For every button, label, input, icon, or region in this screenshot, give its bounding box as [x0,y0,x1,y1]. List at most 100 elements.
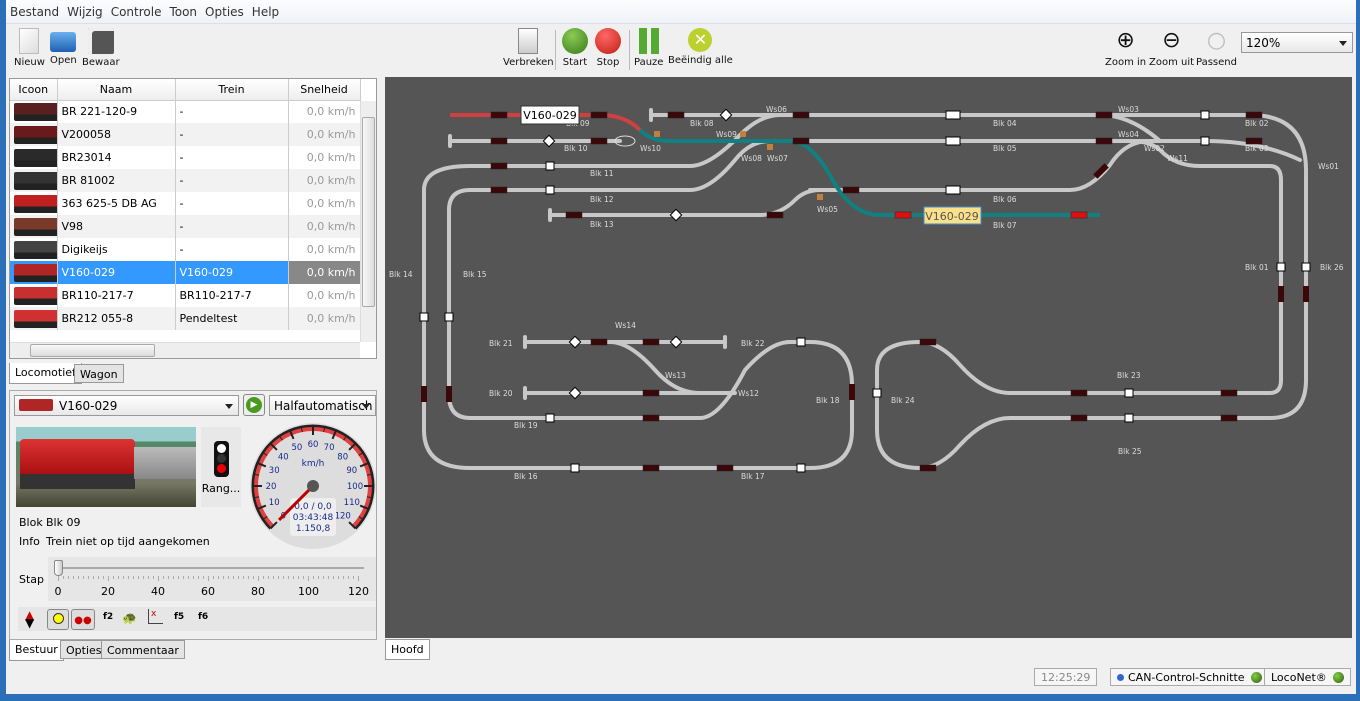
scroll-thumb[interactable] [362,117,375,307]
pause-button[interactable]: Pauze [634,28,663,68]
end-all-button[interactable]: ✕ Beëindig alle [668,28,733,66]
block-marker[interactable] [796,463,806,473]
sound-button[interactable]: ●● [71,609,95,630]
slider-tick [93,576,94,579]
function-f5-button[interactable]: f5 [174,612,184,622]
direction-toggle-icon[interactable]: ▲ ▼ [25,609,34,629]
block-marker[interactable] [945,185,961,195]
table-row[interactable]: V98-0,0 km/h [10,215,361,238]
turtle-icon[interactable]: 🐢 [122,611,137,625]
block-marker[interactable] [1301,262,1311,272]
mode-select[interactable]: Halfautomatisch [269,395,376,416]
horizontal-scrollbar[interactable] [10,342,360,358]
block-marker[interactable] [1124,388,1134,398]
new-button[interactable]: Nieuw [14,28,45,68]
menu-controle[interactable]: Controle [107,0,166,19]
track-label: Blk 24 [891,396,915,405]
track-label: Blk 01 [1245,263,1269,272]
stop-button[interactable]: Stop [595,28,621,68]
light-button[interactable] [47,609,69,630]
pause-icon [638,28,659,54]
zoom-out-icon: ⊖ [1162,28,1181,53]
block-marker[interactable] [872,388,882,398]
block-marker[interactable] [1200,110,1210,120]
step-slider[interactable]: 0 20 40 60 80 100 120 [48,557,376,601]
lock-icon[interactable] [767,144,773,150]
menu-wijzig[interactable]: Wijzig [63,0,107,19]
block-marker[interactable] [545,185,555,195]
zoom-level-select[interactable]: 120% [1241,32,1353,53]
table-row[interactable]: BR110-217-7 BR110-217-7 0,0 km/h [10,284,361,307]
block-marker[interactable] [545,161,555,171]
block-marker[interactable] [945,136,961,146]
function-f6-button[interactable]: f6 [198,612,208,622]
start-button[interactable]: Start [562,28,588,68]
block-sensor [894,211,912,219]
slider-tick [148,576,149,579]
column-header-name[interactable]: Naam [57,79,176,101]
block-sensor [716,464,734,472]
lock-icon[interactable] [740,131,746,137]
tab-commentaar[interactable]: Commentaar [101,640,185,659]
block-marker[interactable] [570,463,580,473]
block-marker[interactable] [796,337,806,347]
tab-wagon[interactable]: Wagon [74,364,124,383]
menu-bestand[interactable]: Bestand [6,0,63,19]
chevron-down-icon [225,404,233,413]
disconnect-button[interactable]: Verbreken [503,28,554,68]
table-row[interactable]: BR 81002-0,0 km/h [10,169,361,192]
block-marker[interactable] [545,413,555,423]
loco-icon-cell [10,284,58,307]
track-plan-canvas[interactable]: Blk 09Blk 08Ws06Blk 10Ws10Ws09Ws08Ws07Bl… [385,77,1352,638]
block-marker[interactable] [945,110,961,120]
vertical-scrollbar[interactable] [360,101,376,342]
loco-select[interactable]: V160-029 [14,395,239,416]
block-marker[interactable] [1124,413,1134,423]
block-marker[interactable] [1276,262,1286,272]
fit-button[interactable]: ○ Passend [1196,28,1237,68]
shunting-curve-icon[interactable]: x [148,609,163,624]
column-header-icon[interactable]: Icoon [10,79,58,101]
function-f2-button[interactable]: f2 [103,612,113,622]
table-row[interactable]: Digikeijs -0,0 km/h [10,238,361,261]
track-label: Ws08 [741,154,762,163]
column-header-train[interactable]: Trein [175,79,289,101]
menu-help[interactable]: Help [248,0,283,19]
open-button[interactable]: Open [50,28,77,66]
loco-speed: 0,0 km/h [288,284,361,307]
slider-handle[interactable] [54,560,63,576]
track-label: Blk 25 [1118,447,1142,456]
lock-icon[interactable] [654,131,660,137]
zoom-out-button[interactable]: ⊖ Zoom uit [1149,28,1194,68]
tab-locomotief[interactable]: Locomotief [9,363,82,384]
column-header-speed[interactable]: Snelheid [288,79,361,101]
tab-hoofd[interactable]: Hoofd [385,639,430,660]
scroll-thumb[interactable] [30,344,155,357]
table-row[interactable]: BR 221-120-9-0,0 km/h [10,100,361,123]
menu-opties[interactable]: Opties [201,0,248,19]
tab-bestuur[interactable]: Bestuur [9,640,64,661]
train-label-blk07[interactable]: V160-029 [923,206,982,225]
table-row[interactable]: 363 625-5 DB AG -0,0 km/h [10,192,361,215]
interface-can-status[interactable]: CAN-Control-Schnitte [1110,668,1269,686]
slider-tick [343,576,344,579]
slider-tick [163,576,164,579]
table-row[interactable]: V200058-0,0 km/h [10,123,361,146]
run-button[interactable]: ▶ [243,394,265,416]
interface-loconet-status[interactable]: LocoNet® [1264,668,1351,686]
table-row[interactable]: BR212 055-8 Pendeltest 0,0 km/h [10,307,361,330]
block-sensor [421,386,427,402]
zoom-in-button[interactable]: ⊕ Zoom in [1105,28,1146,68]
block-marker[interactable] [419,312,429,322]
table-row[interactable]: BR23014-0,0 km/h [10,146,361,169]
lock-icon[interactable] [817,194,823,200]
slider-tick [118,576,119,579]
save-button[interactable]: Bewaar [82,28,120,68]
block-marker[interactable] [444,312,454,322]
menu-toon[interactable]: Toon [165,0,201,19]
loco-speed: 0,0 km/h [288,215,361,238]
train-label-blk09[interactable]: V160-029 [520,105,580,125]
table-row[interactable]: V160-029 V160-029 0,0 km/h [10,261,361,284]
track-label: Blk 21 [489,339,513,348]
block-marker[interactable] [1200,136,1210,146]
